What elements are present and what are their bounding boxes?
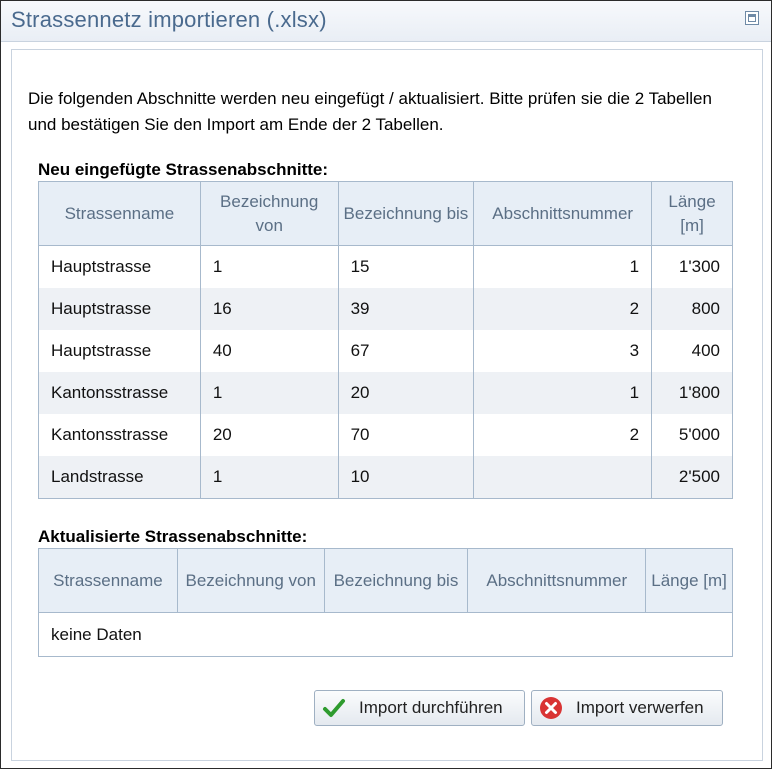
- discard-button[interactable]: Import verwerfen: [531, 690, 723, 726]
- cell-bezeichnung-von: 1: [199, 456, 339, 499]
- column-header-bezeichnung-bis[interactable]: Bezeichnung bis: [337, 181, 475, 246]
- cell-laenge: 1'300: [651, 245, 733, 288]
- column-header-abschnittsnummer[interactable]: Abschnittsnummer: [473, 181, 653, 246]
- import-button[interactable]: Import durchführen: [314, 690, 525, 726]
- cell-bezeichnung-von: 20: [199, 414, 339, 456]
- maximize-icon[interactable]: [745, 11, 759, 25]
- cell-bezeichnung-bis: 15: [337, 245, 475, 288]
- cell-bezeichnung-von: 1: [199, 372, 339, 414]
- cell-bezeichnung-bis: 10: [337, 456, 475, 499]
- column-header-bezeichnung-bis[interactable]: Bezeichnung bis: [323, 548, 469, 613]
- cell-strassenname: Landstrasse: [38, 456, 201, 499]
- table-row[interactable]: Kantonsstrasse 20 70 2 5'000: [38, 414, 733, 456]
- column-header-laenge[interactable]: Länge [m]: [651, 181, 733, 246]
- cell-bezeichnung-bis: 39: [337, 288, 475, 330]
- new-sections-table: Strassenname Bezeichnung von Bezeichnung…: [38, 181, 733, 499]
- cell-strassenname: Kantonsstrasse: [38, 414, 201, 456]
- cell-strassenname: Hauptstrasse: [38, 288, 201, 330]
- table-row[interactable]: Landstrasse 1 10 2'500: [38, 456, 733, 499]
- cell-abschnittsnummer: 1: [473, 372, 653, 414]
- column-header-bezeichnung-von[interactable]: Bezeichnung von: [176, 548, 325, 613]
- cell-laenge: 5'000: [651, 414, 733, 456]
- empty-table-message: keine Daten: [38, 612, 733, 657]
- cell-abschnittsnummer: 2: [473, 414, 653, 456]
- cell-bezeichnung-von: 1: [199, 245, 339, 288]
- column-header-strassenname[interactable]: Strassenname: [38, 181, 201, 246]
- cell-laenge: 1'800: [651, 372, 733, 414]
- cell-bezeichnung-bis: 67: [337, 330, 475, 372]
- table-row[interactable]: Hauptstrasse 40 67 3 400: [38, 330, 733, 372]
- dialog-title: Strassennetz importieren (.xlsx): [11, 7, 327, 32]
- cell-bezeichnung-bis: 70: [337, 414, 475, 456]
- cell-laenge: 400: [651, 330, 733, 372]
- updated-section-title: Aktualisierte Strassenabschnitte:: [38, 527, 308, 546]
- cell-bezeichnung-von: 16: [199, 288, 339, 330]
- cell-strassenname: Kantonsstrasse: [38, 372, 201, 414]
- cell-laenge: 800: [651, 288, 733, 330]
- column-header-strassenname[interactable]: Strassenname: [38, 548, 178, 613]
- import-button-label: Import durchführen: [359, 698, 503, 717]
- table-row[interactable]: Hauptstrasse 1 15 1 1'300: [38, 245, 733, 288]
- cell-laenge: 2'500: [651, 456, 733, 499]
- updated-sections-table: Strassenname Bezeichnung von Bezeichnung…: [38, 548, 733, 657]
- cell-abschnittsnummer: 1: [473, 245, 653, 288]
- cell-abschnittsnummer: 3: [473, 330, 653, 372]
- cancel-icon: [538, 695, 564, 721]
- cell-abschnittsnummer: [473, 456, 653, 499]
- table-row[interactable]: Kantonsstrasse 1 20 1 1'800: [38, 372, 733, 414]
- new-section-title: Neu eingefügte Strassenabschnitte:: [38, 160, 329, 179]
- title-bar[interactable]: Strassennetz importieren (.xlsx): [1, 1, 771, 42]
- discard-button-label: Import verwerfen: [576, 698, 704, 717]
- cell-bezeichnung-bis: 20: [337, 372, 475, 414]
- column-header-bezeichnung-von[interactable]: Bezeichnung von: [199, 181, 339, 246]
- checkmark-icon: [321, 695, 347, 721]
- intro-text: Die folgenden Abschnitte werden neu eing…: [28, 89, 712, 134]
- cell-bezeichnung-von: 40: [199, 330, 339, 372]
- cell-abschnittsnummer: 2: [473, 288, 653, 330]
- column-header-laenge[interactable]: Länge [m]: [645, 548, 733, 613]
- table-row[interactable]: Hauptstrasse 16 39 2 800: [38, 288, 733, 330]
- cell-strassenname: Hauptstrasse: [38, 330, 201, 372]
- cell-strassenname: Hauptstrasse: [38, 245, 201, 288]
- column-header-abschnittsnummer[interactable]: Abschnittsnummer: [467, 548, 647, 613]
